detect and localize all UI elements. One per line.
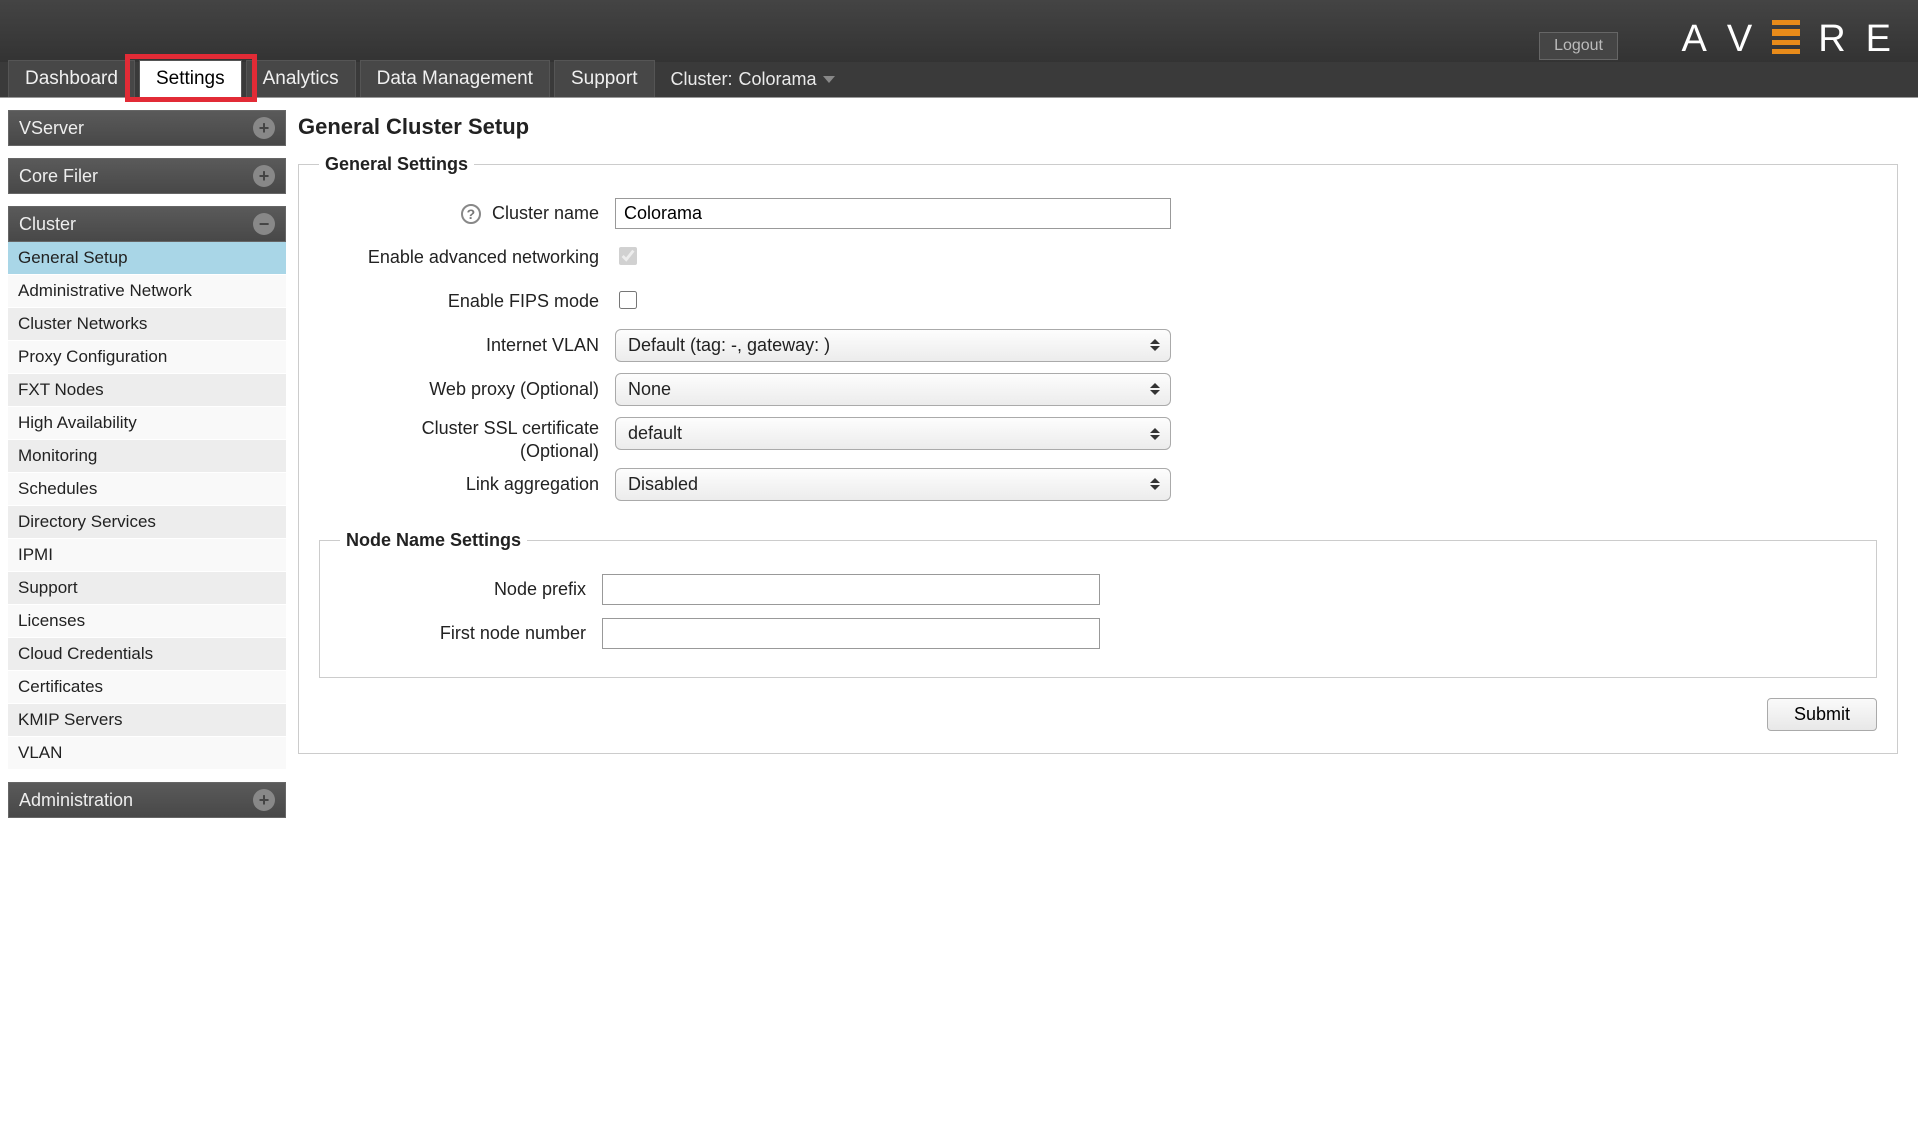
expand-icon — [253, 165, 275, 187]
label-internet-vlan: Internet VLAN — [319, 334, 603, 357]
node-prefix-input[interactable] — [602, 574, 1100, 605]
web-proxy-select[interactable]: None — [615, 373, 1171, 406]
general-settings-legend: General Settings — [319, 154, 474, 175]
select-caret-icon — [1150, 339, 1160, 351]
page-title: General Cluster Setup — [298, 114, 1898, 140]
ssl-cert-value: default — [628, 423, 682, 443]
sidebar-item-high-availability[interactable]: High Availability — [8, 407, 286, 440]
logo-letter-v: V — [1727, 18, 1754, 61]
node-name-settings-legend: Node Name Settings — [340, 530, 527, 551]
sidebar-item-cluster-networks[interactable]: Cluster Networks — [8, 308, 286, 341]
label-web-proxy: Web proxy (Optional) — [319, 378, 603, 401]
sidebar-item-fxt-nodes[interactable]: FXT Nodes — [8, 374, 286, 407]
link-agg-value: Disabled — [628, 474, 698, 494]
internet-vlan-value: Default (tag: -, gateway: ) — [628, 335, 830, 355]
sidebar-item-kmip-servers[interactable]: KMIP Servers — [8, 704, 286, 737]
sidebar-item-proxy-configuration[interactable]: Proxy Configuration — [8, 341, 286, 374]
ssl-cert-select[interactable]: default — [615, 417, 1171, 450]
content-area: General Cluster Setup General Settings ?… — [298, 110, 1910, 774]
sidebar-item-monitoring[interactable]: Monitoring — [8, 440, 286, 473]
select-caret-icon — [1150, 428, 1160, 440]
sidebar-item-administrative-network[interactable]: Administrative Network — [8, 275, 286, 308]
sidebar-section-cluster[interactable]: Cluster — [8, 206, 286, 242]
expand-icon — [253, 789, 275, 811]
web-proxy-value: None — [628, 379, 671, 399]
sidebar-section-administration[interactable]: Administration — [8, 782, 286, 818]
sidebar-item-cloud-credentials[interactable]: Cloud Credentials — [8, 638, 286, 671]
enable-adv-net-checkbox[interactable] — [619, 247, 637, 265]
expand-icon — [253, 117, 275, 139]
tab-settings[interactable]: Settings — [139, 60, 242, 97]
tab-data-management[interactable]: Data Management — [360, 60, 550, 97]
sidebar-item-general-setup[interactable]: General Setup — [8, 242, 286, 275]
enable-fips-checkbox[interactable] — [619, 291, 637, 309]
collapse-icon — [253, 213, 275, 235]
logo-letter-e: E — [1866, 18, 1893, 61]
link-agg-select[interactable]: Disabled — [615, 468, 1171, 501]
select-caret-icon — [1150, 383, 1160, 395]
internet-vlan-select[interactable]: Default (tag: -, gateway: ) — [615, 329, 1171, 362]
node-name-settings-fieldset: Node Name Settings Node prefix First nod… — [319, 530, 1877, 678]
logo-e-icon — [1772, 20, 1800, 54]
sidebar-item-vlan[interactable]: VLAN — [8, 737, 286, 770]
sidebar-cluster-items: General Setup Administrative Network Clu… — [8, 242, 286, 770]
label-node-prefix: Node prefix — [340, 578, 590, 601]
brand-logo: A V R E — [1681, 18, 1893, 61]
sidebar-item-support[interactable]: Support — [8, 572, 286, 605]
sidebar-section-core-filer[interactable]: Core Filer — [8, 158, 286, 194]
tab-dashboard[interactable]: Dashboard — [8, 60, 135, 97]
help-icon[interactable]: ? — [461, 204, 481, 224]
top-bar: Logout A V R E — [0, 0, 1918, 62]
sidebar-section-label: Administration — [19, 790, 133, 811]
label-link-agg: Link aggregation — [319, 473, 603, 496]
cluster-name: Colorama — [739, 69, 817, 90]
sidebar-item-directory-services[interactable]: Directory Services — [8, 506, 286, 539]
logout-button[interactable]: Logout — [1539, 32, 1618, 60]
select-caret-icon — [1150, 478, 1160, 490]
tab-support[interactable]: Support — [554, 60, 655, 97]
tab-analytics[interactable]: Analytics — [246, 60, 356, 97]
general-settings-fieldset: General Settings ? Cluster name Enable a… — [298, 154, 1898, 754]
submit-button[interactable]: Submit — [1767, 698, 1877, 731]
label-ssl-cert: Cluster SSL certificate (Optional) — [319, 417, 603, 462]
sidebar-section-label: Core Filer — [19, 166, 98, 187]
sidebar-item-ipmi[interactable]: IPMI — [8, 539, 286, 572]
sidebar-item-licenses[interactable]: Licenses — [8, 605, 286, 638]
sidebar: VServer Core Filer Cluster General Setup… — [8, 110, 286, 818]
chevron-down-icon — [823, 76, 835, 83]
sidebar-section-vserver[interactable]: VServer — [8, 110, 286, 146]
label-cluster-name: ? Cluster name — [319, 202, 603, 225]
logo-letter-r: R — [1818, 18, 1847, 61]
label-enable-adv-net: Enable advanced networking — [319, 246, 603, 269]
sidebar-item-schedules[interactable]: Schedules — [8, 473, 286, 506]
label-first-node-number: First node number — [340, 622, 590, 645]
sidebar-section-label: VServer — [19, 118, 84, 139]
sidebar-section-label: Cluster — [19, 214, 76, 235]
logo-letter-a: A — [1681, 18, 1708, 61]
cluster-name-input[interactable] — [615, 198, 1171, 229]
cluster-selector[interactable]: Cluster: Colorama — [659, 62, 847, 97]
sidebar-item-certificates[interactable]: Certificates — [8, 671, 286, 704]
label-enable-fips: Enable FIPS mode — [319, 290, 603, 313]
cluster-prefix: Cluster: — [671, 69, 733, 90]
first-node-number-input[interactable] — [602, 618, 1100, 649]
nav-tabs: Dashboard Settings Analytics Data Manage… — [0, 62, 1918, 98]
